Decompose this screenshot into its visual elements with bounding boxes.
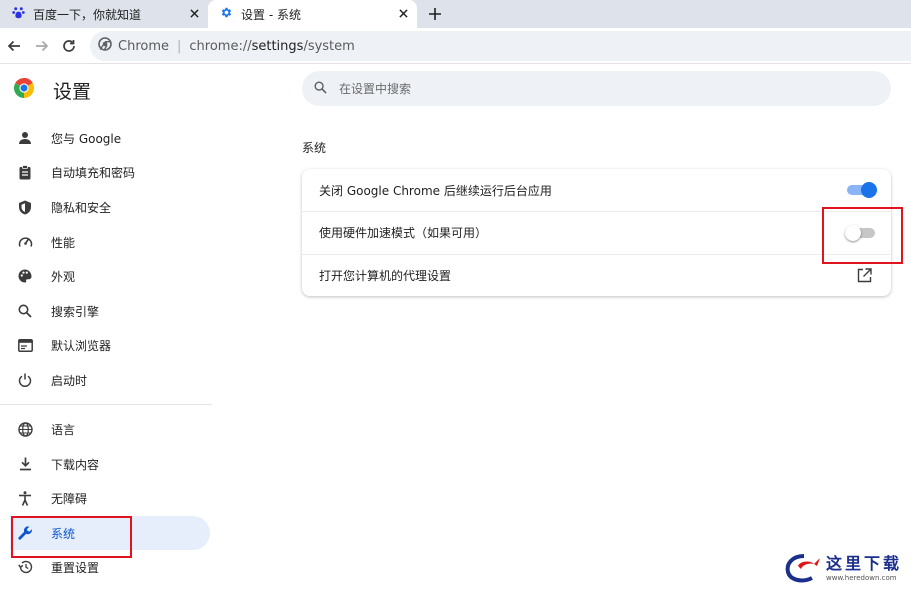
settings-header: 设置 bbox=[14, 78, 92, 103]
close-tab-icon[interactable] bbox=[186, 5, 202, 21]
gauge-icon bbox=[15, 232, 35, 252]
back-button[interactable] bbox=[4, 36, 24, 56]
search-placeholder: 在设置中搜索 bbox=[339, 82, 412, 96]
sidebar-item-label: 性能 bbox=[51, 235, 76, 250]
sidebar-item-label: 自动填充和密码 bbox=[51, 165, 136, 180]
sidebar-item-on-startup[interactable]: 启动时 bbox=[10, 363, 210, 397]
sidebar-item-label: 默认浏览器 bbox=[51, 338, 112, 353]
sidebar-item-label: 外观 bbox=[51, 269, 76, 284]
sidebar-item-label: 下载内容 bbox=[51, 457, 100, 472]
power-icon bbox=[15, 370, 35, 390]
tab-title: 百度一下，你就知道 bbox=[33, 7, 142, 22]
watermark: 这里下载 www.heredown.com bbox=[782, 548, 907, 586]
url-scheme: chrome:// bbox=[189, 38, 252, 54]
sidebar-item-accessibility[interactable]: 无障碍 bbox=[10, 481, 210, 515]
page-title: 设置 bbox=[53, 80, 92, 103]
external-link-icon[interactable] bbox=[857, 268, 873, 284]
search-icon bbox=[15, 301, 35, 321]
setting-row-hardware-acceleration[interactable]: 使用硬件加速模式（如果可用） bbox=[302, 211, 891, 253]
sidebar-item-label: 您与 Google bbox=[51, 131, 122, 146]
sidebar-item-autofill[interactable]: 自动填充和密码 bbox=[10, 155, 210, 189]
chrome-logo-icon bbox=[98, 37, 112, 55]
accessibility-icon bbox=[15, 488, 35, 508]
sidebar-divider bbox=[0, 404, 212, 405]
globe-icon bbox=[15, 419, 35, 439]
sidebar-item-appearance[interactable]: 外观 bbox=[10, 259, 210, 293]
url-path-rest: /system bbox=[303, 38, 355, 54]
setting-label: 使用硬件加速模式（如果可用） bbox=[319, 226, 488, 240]
reload-button[interactable] bbox=[59, 36, 79, 56]
tab-title: 设置 - 系统 bbox=[241, 7, 301, 22]
arrow-left-icon bbox=[7, 40, 20, 52]
tab-settings-system[interactable]: 设置 - 系统 bbox=[208, 0, 417, 28]
tab-strip: 百度一下，你就知道 设置 - 系统 bbox=[0, 0, 911, 28]
sidebar-item-downloads[interactable]: 下载内容 bbox=[10, 447, 210, 481]
browser-toolbar: Chrome | chrome:// settings /system bbox=[0, 28, 911, 64]
sidebar-item-you-and-google[interactable]: 您与 Google bbox=[10, 121, 210, 155]
person-icon bbox=[15, 128, 35, 148]
background-apps-toggle[interactable] bbox=[847, 182, 877, 198]
setting-row-background-apps[interactable]: 关闭 Google Chrome 后继续运行后台应用 bbox=[302, 169, 891, 211]
watermark-url: www.heredown.com bbox=[826, 574, 897, 582]
settings-gear-icon bbox=[220, 6, 233, 22]
watermark-logo-icon bbox=[785, 554, 820, 583]
search-icon bbox=[314, 81, 327, 97]
sidebar-item-default-browser[interactable]: 默认浏览器 bbox=[10, 328, 210, 362]
settings-search-input[interactable]: 在设置中搜索 bbox=[302, 71, 891, 106]
url-path: settings bbox=[251, 38, 304, 54]
forward-button[interactable] bbox=[32, 36, 52, 56]
address-bar[interactable]: Chrome | chrome:// settings /system bbox=[90, 31, 911, 61]
setting-label: 打开您计算机的代理设置 bbox=[319, 269, 452, 283]
sidebar-item-label: 隐私和安全 bbox=[51, 200, 112, 215]
section-title: 系统 bbox=[302, 141, 327, 155]
sidebar-item-performance[interactable]: 性能 bbox=[10, 225, 210, 259]
close-tab-icon[interactable] bbox=[395, 5, 411, 21]
annotation-box-toggle bbox=[822, 207, 903, 264]
sidebar-item-label: 搜索引擎 bbox=[51, 304, 100, 319]
chrome-logo-icon bbox=[14, 78, 34, 102]
setting-label: 关闭 Google Chrome 后继续运行后台应用 bbox=[319, 183, 552, 198]
setting-row-proxy[interactable]: 打开您计算机的代理设置 bbox=[302, 254, 891, 296]
new-tab-button[interactable] bbox=[425, 4, 445, 24]
sidebar-item-languages[interactable]: 语言 bbox=[10, 412, 210, 446]
sidebar-item-label: 重置设置 bbox=[51, 560, 100, 575]
sidebar-item-label: 无障碍 bbox=[51, 491, 88, 506]
arrow-right-icon bbox=[36, 40, 49, 52]
sidebar-item-label: 启动时 bbox=[51, 373, 88, 388]
tab-baidu[interactable]: 百度一下，你就知道 bbox=[0, 0, 208, 28]
omnibox-chrome-label: Chrome bbox=[118, 38, 169, 54]
annotation-box-system bbox=[11, 516, 132, 558]
reload-icon bbox=[63, 40, 75, 52]
omnibox-separator: | bbox=[177, 38, 182, 54]
baidu-paw-icon bbox=[12, 6, 25, 22]
sidebar-item-label: 语言 bbox=[51, 422, 76, 437]
download-icon bbox=[15, 454, 35, 474]
system-settings-card: 关闭 Google Chrome 后继续运行后台应用 使用硬件加速模式（如果可用… bbox=[302, 169, 891, 296]
palette-icon bbox=[15, 266, 35, 286]
watermark-text: 这里下载 bbox=[826, 554, 903, 573]
shield-icon bbox=[15, 197, 35, 217]
clipboard-icon bbox=[15, 162, 35, 182]
sidebar-item-search-engine[interactable]: 搜索引擎 bbox=[10, 294, 210, 328]
sidebar-item-privacy[interactable]: 隐私和安全 bbox=[10, 190, 210, 224]
browser-window-icon bbox=[15, 335, 35, 355]
history-reset-icon bbox=[15, 557, 35, 577]
